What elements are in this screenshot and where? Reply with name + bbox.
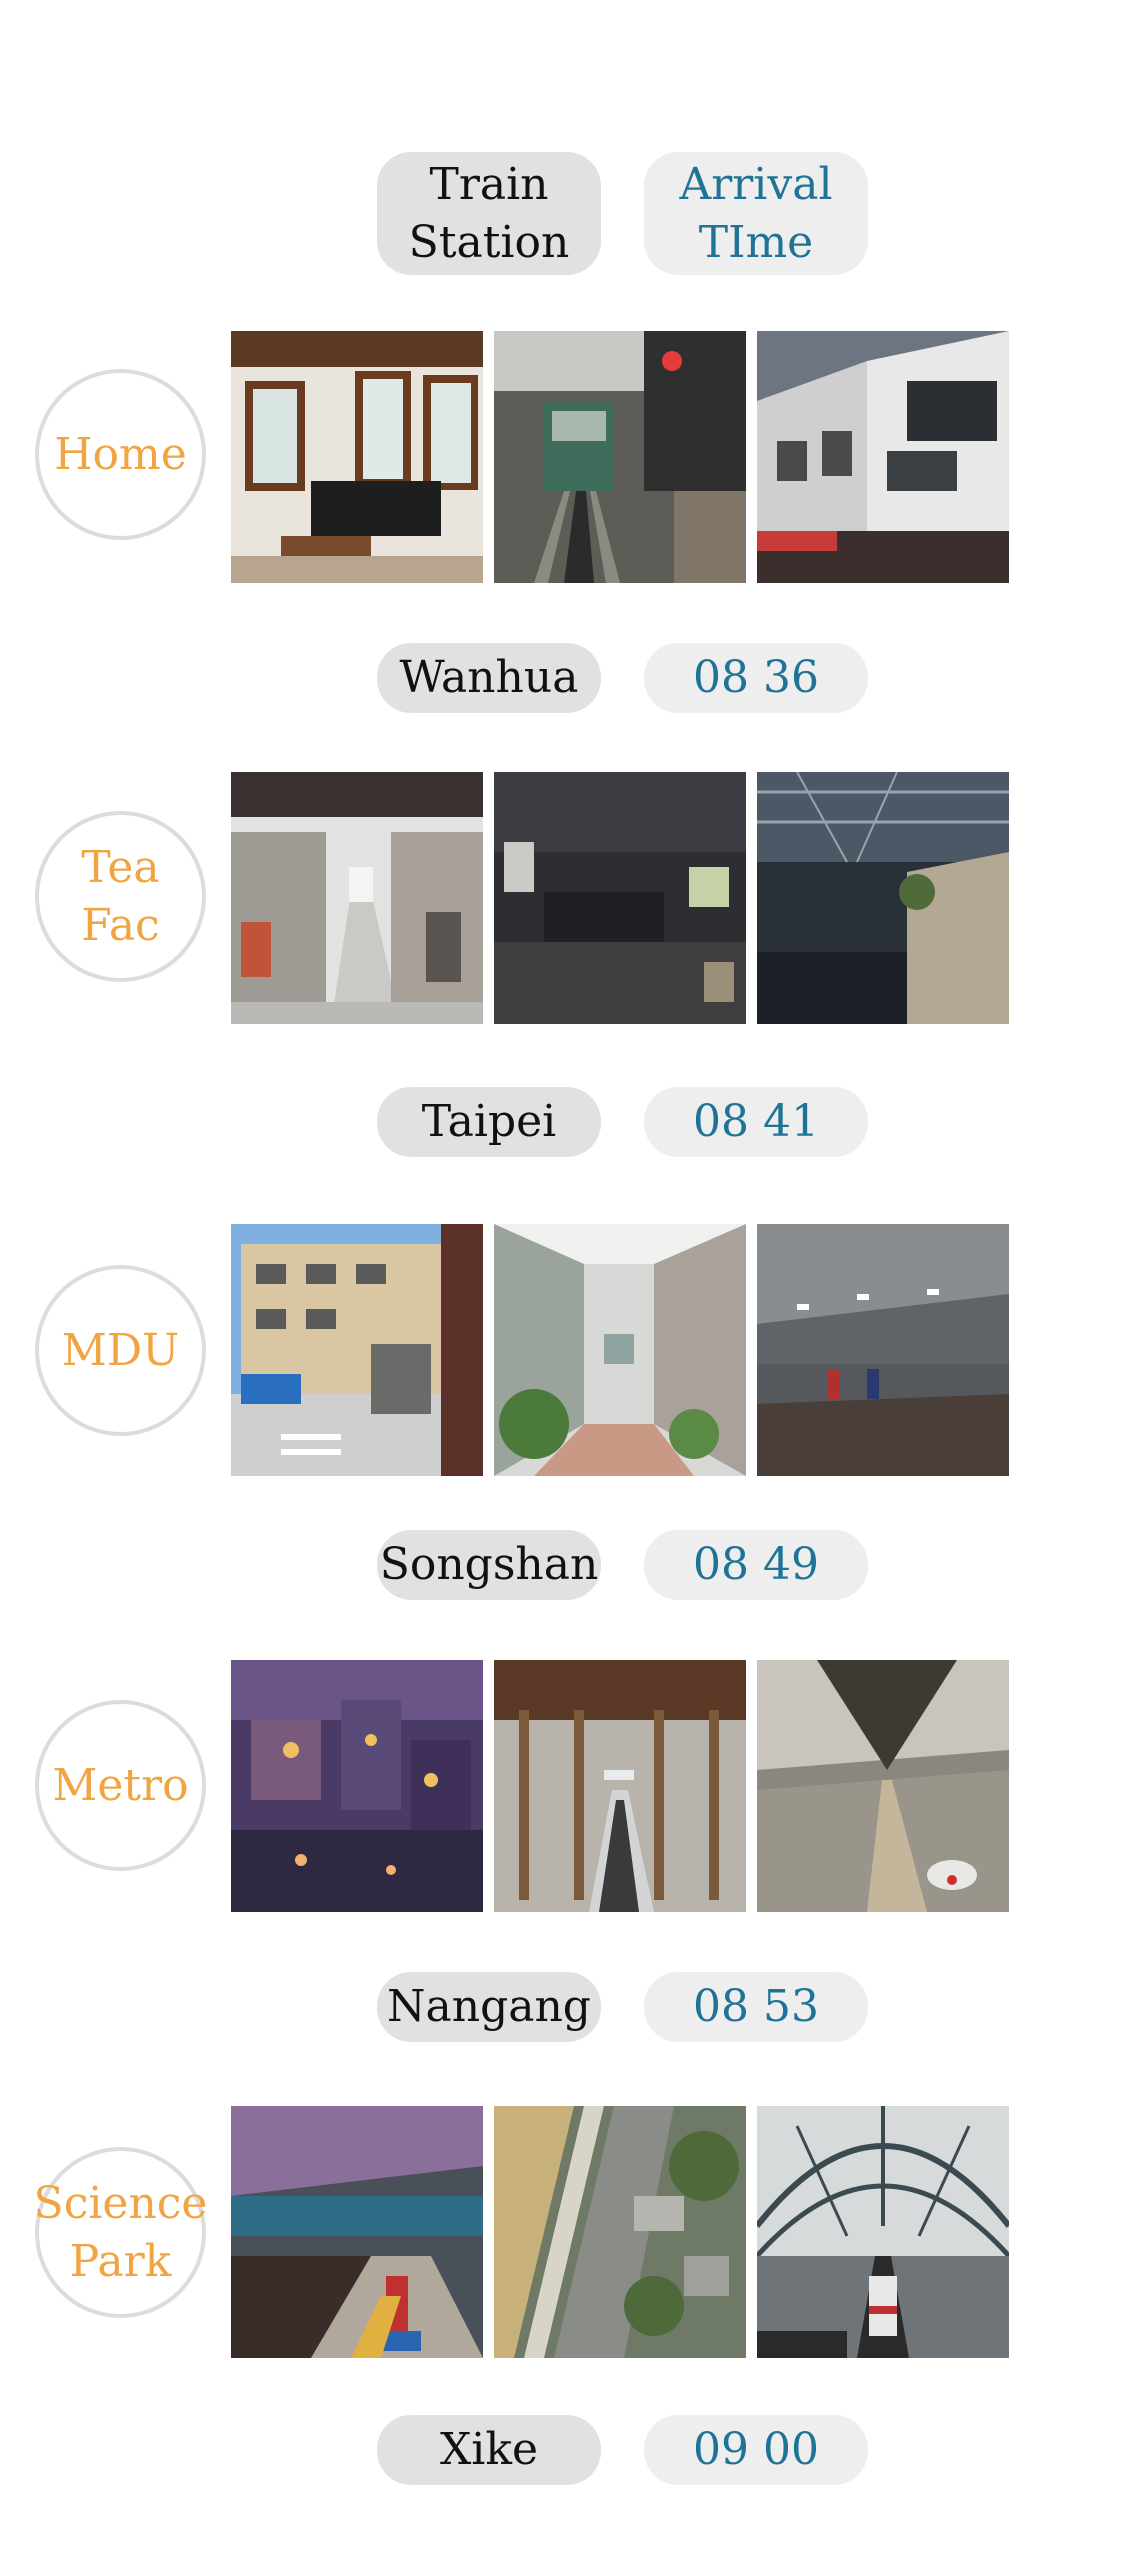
townhouse-photo: [757, 331, 1009, 583]
destination-home[interactable]: Home: [35, 369, 206, 540]
tram-street-photo: [494, 331, 746, 583]
city-street-photo: [231, 1224, 483, 1476]
living-room-photo: [231, 331, 483, 583]
station-taipei[interactable]: Taipei: [377, 1087, 601, 1157]
station-xike[interactable]: Xike: [377, 2415, 601, 2485]
futuristic-station-photo: [757, 1660, 1009, 1912]
market-hall-photo: [231, 772, 483, 1024]
aerial-rail-photo: [494, 2106, 746, 2358]
time-songshan: 08 49: [644, 1530, 868, 1600]
destination-science-park[interactable]: Science Park: [34, 2147, 207, 2318]
header-train-station: Train Station: [377, 152, 601, 275]
time-wanhua: 08 36: [644, 643, 868, 713]
header-arrival-time: Arrival TIme: [644, 152, 868, 275]
alley-photo: [494, 1224, 746, 1476]
train-hall-photo: [494, 1660, 746, 1912]
steel-roof-hall-photo: [757, 772, 1009, 1024]
destination-metro[interactable]: Metro: [35, 1700, 206, 1871]
station-songshan[interactable]: Songshan: [377, 1530, 601, 1600]
time-nangang: 08 53: [644, 1972, 868, 2042]
destination-tea-fac[interactable]: Tea Fac: [35, 811, 206, 982]
station-wanhua[interactable]: Wanhua: [377, 643, 601, 713]
time-xike: 09 00: [644, 2415, 868, 2485]
curved-platform-photo: [231, 2106, 483, 2358]
fantasy-city-photo: [231, 1660, 483, 1912]
station-nangang[interactable]: Nangang: [377, 1972, 601, 2042]
dark-factory-photo: [494, 772, 746, 1024]
time-taipei: 08 41: [644, 1087, 868, 1157]
glass-dome-station-photo: [757, 2106, 1009, 2358]
destination-mdu[interactable]: MDU: [35, 1265, 206, 1436]
station-platform-photo: [757, 1224, 1009, 1476]
